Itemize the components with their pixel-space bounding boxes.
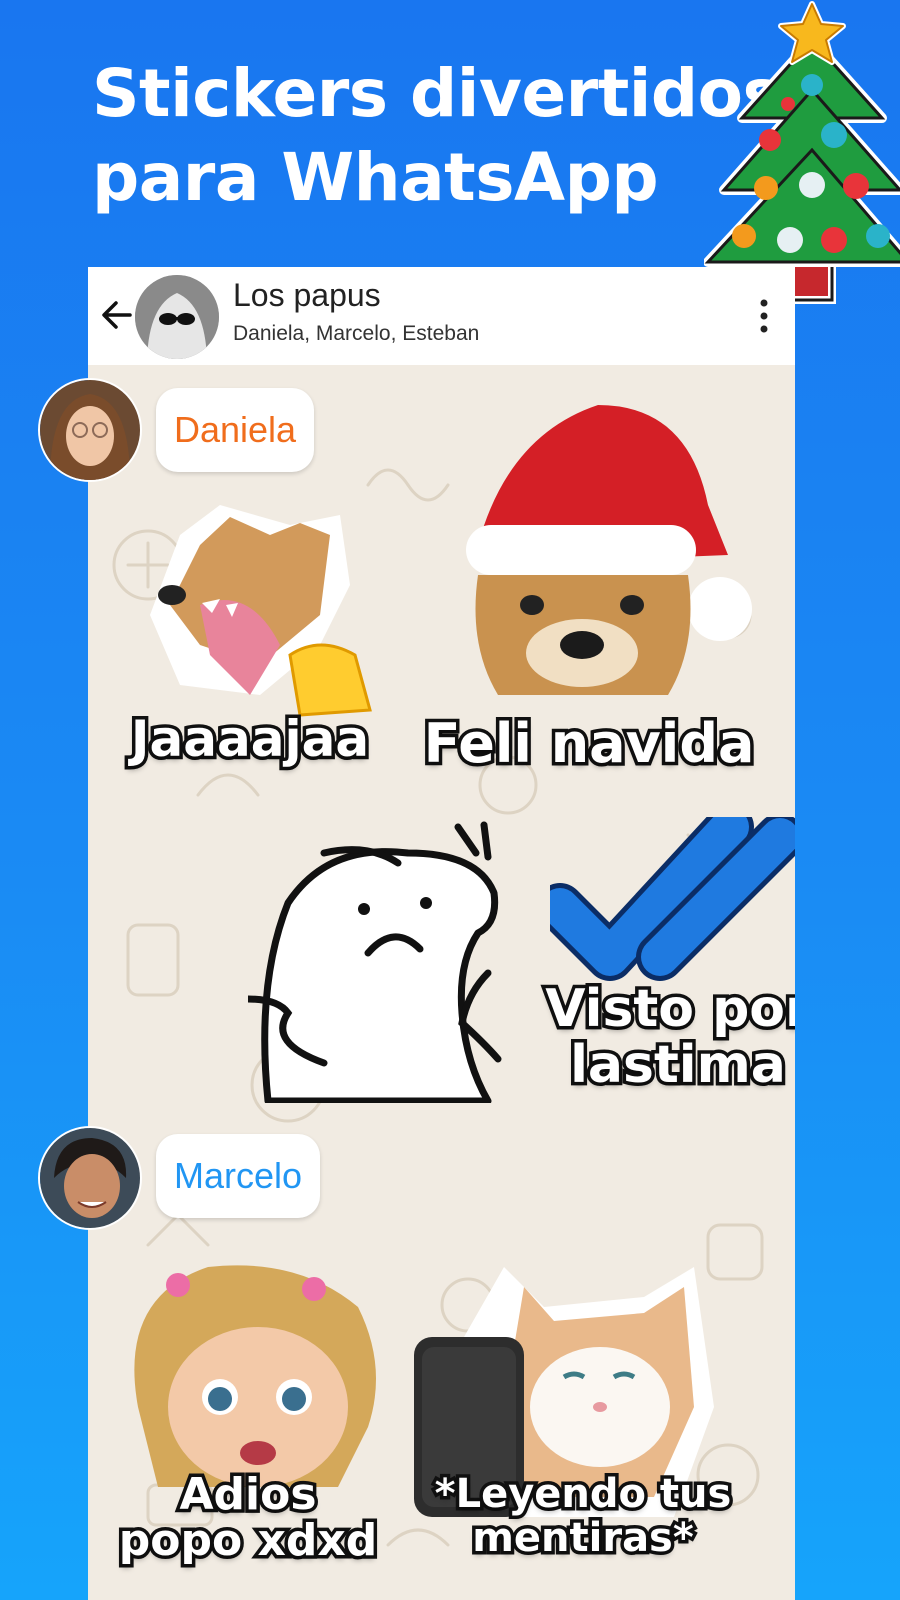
headline-line-2: para WhatsApp — [92, 139, 659, 216]
sticker-caption-leyendo-tus-mentiras: *Leyendo tus mentiras* — [418, 1469, 748, 1564]
sticker-caption-adios-popo: Adios popo xdxd — [98, 1468, 398, 1567]
more-vertical-icon[interactable] — [759, 299, 769, 333]
sticker-blue-double-check[interactable] — [550, 817, 795, 997]
sender-name-daniela: Daniela — [156, 388, 315, 472]
avatar-marcelo[interactable] — [38, 1126, 142, 1230]
sticker-caption-jaaaajaa: Jaaaajaa — [127, 707, 372, 772]
caption-line: Adios — [176, 1468, 320, 1521]
sticker-santa-shiba[interactable] — [458, 395, 758, 715]
caption-line: mentiras* — [469, 1513, 698, 1564]
sticker-baby-doll[interactable] — [118, 1257, 388, 1497]
chat-header: Los papus Daniela, Marcelo, Esteban — [88, 267, 795, 365]
sticker-laughing-dog[interactable] — [140, 495, 390, 725]
caption-line: *Leyendo tus — [431, 1469, 735, 1520]
group-avatar[interactable] — [135, 275, 219, 359]
arrow-left-icon[interactable] — [100, 297, 134, 333]
headline-line-1: Stickers divertidos — [92, 55, 782, 132]
sticker-caption-feli-navida: Feli navida — [420, 709, 758, 779]
caption-line: Visto por — [542, 978, 795, 1041]
caption-line: popo xdxd — [115, 1514, 381, 1567]
caption-line: lastima — [567, 1034, 790, 1097]
group-members: Daniela, Marcelo, Esteban — [233, 322, 480, 345]
group-name[interactable]: Los papus — [233, 277, 381, 314]
sticker-caption-visto-por-lastima: Visto por lastima — [533, 978, 795, 1097]
avatar-daniela[interactable] — [38, 378, 142, 482]
sticker-flork[interactable] — [248, 813, 508, 1103]
christmas-tree-icon — [704, 1, 900, 304]
sender-name-marcelo: Marcelo — [156, 1134, 321, 1218]
promo-headline: Stickers divertidos para WhatsApp — [92, 52, 782, 220]
